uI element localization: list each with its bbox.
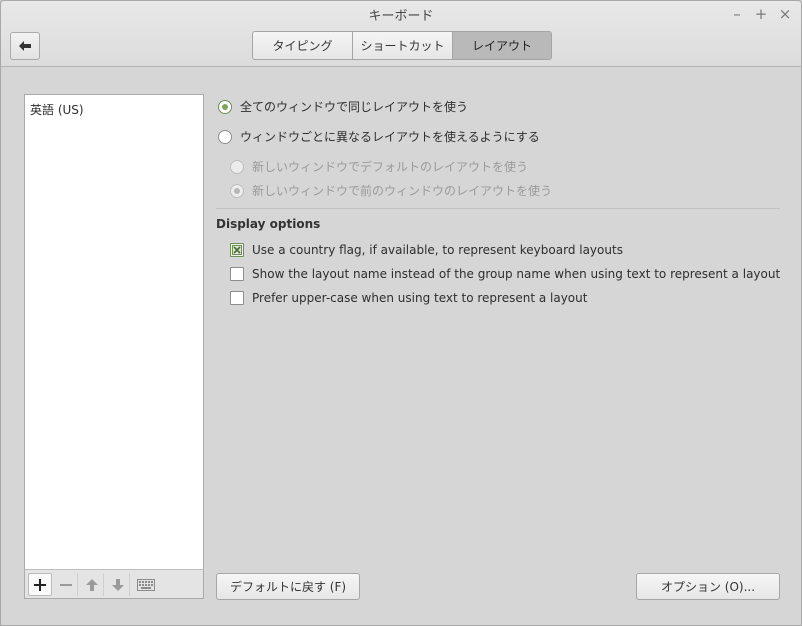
remove-icon — [59, 583, 72, 586]
radio-new-window-previous-layout: 新しいウィンドウで前のウィンドウのレイアウトを使う — [230, 182, 552, 199]
layout-item-en-us[interactable]: 英語 (US) — [30, 101, 84, 118]
back-button[interactable] — [10, 32, 40, 60]
radio-indicator[interactable] — [218, 129, 232, 144]
maximize-button[interactable]: + — [752, 5, 770, 23]
radio-indicator — [230, 183, 244, 198]
layout-list[interactable]: 英語 (US) — [24, 94, 204, 599]
title-bar: キーボード – + × タイピング ショートカット レイアウト — [1, 1, 801, 67]
move-down-button[interactable] — [106, 573, 130, 596]
checkbox-indicator[interactable] — [230, 243, 244, 257]
move-up-icon — [85, 578, 98, 591]
window-title: キーボード — [368, 9, 434, 24]
radio-per-window-layout[interactable]: ウィンドウごとに異なるレイアウトを使えるようにする — [218, 128, 540, 145]
radio-indicator — [230, 159, 244, 174]
add-icon — [34, 578, 46, 591]
options-button[interactable]: オプション (O)... — [636, 573, 780, 600]
show-keyboard-layout-button[interactable] — [132, 573, 160, 596]
move-up-button[interactable] — [80, 573, 104, 596]
reset-to-defaults-button[interactable]: デフォルトに戻す (F) — [216, 573, 360, 600]
check-mark-icon — [232, 245, 242, 255]
add-layout-button[interactable] — [28, 573, 52, 596]
layout-list-toolbar — [24, 569, 204, 599]
keyboard-icon — [137, 578, 155, 591]
tab-typing[interactable]: タイピング — [253, 32, 353, 59]
display-options-title: Display options — [216, 217, 321, 231]
checkbox-use-country-flag[interactable]: Use a country flag, if available, to rep… — [230, 243, 623, 257]
checkbox-label: Use a country flag, if available, to rep… — [252, 243, 623, 257]
radio-new-window-default-layout: 新しいウィンドウでデフォルトのレイアウトを使う — [230, 158, 528, 175]
radio-label: ウィンドウごとに異なるレイアウトを使えるようにする — [240, 130, 540, 144]
checkbox-label: Show the layout name instead of the grou… — [252, 267, 781, 281]
tab-layouts[interactable]: レイアウト — [453, 32, 551, 59]
checkbox-prefer-upper-case[interactable]: Prefer upper-case when using text to rep… — [230, 291, 587, 305]
radio-indicator[interactable] — [218, 99, 232, 114]
close-button[interactable]: × — [776, 5, 794, 23]
radio-label: 全てのウィンドウで同じレイアウトを使う — [240, 100, 469, 114]
radio-same-layout-all-windows[interactable]: 全てのウィンドウで同じレイアウトを使う — [218, 98, 468, 115]
keyboard-settings-window: キーボード – + × タイピング ショートカット レイアウト 英語 (US) — [0, 0, 802, 626]
tab-bar: タイピング ショートカット レイアウト — [252, 31, 552, 60]
checkbox-show-layout-name[interactable]: Show the layout name instead of the grou… — [230, 267, 780, 281]
minimize-button[interactable]: – — [728, 5, 746, 23]
move-down-icon — [111, 578, 124, 591]
checkbox-indicator[interactable] — [230, 291, 244, 305]
remove-layout-button[interactable] — [54, 573, 78, 596]
section-divider — [216, 208, 780, 209]
tab-shortcuts[interactable]: ショートカット — [353, 32, 453, 59]
checkbox-indicator[interactable] — [230, 267, 244, 281]
back-arrow-icon — [19, 41, 31, 51]
radio-label: 新しいウィンドウでデフォルトのレイアウトを使う — [252, 160, 529, 174]
radio-label: 新しいウィンドウで前のウィンドウのレイアウトを使う — [252, 184, 553, 198]
checkbox-label: Prefer upper-case when using text to rep… — [252, 291, 588, 305]
